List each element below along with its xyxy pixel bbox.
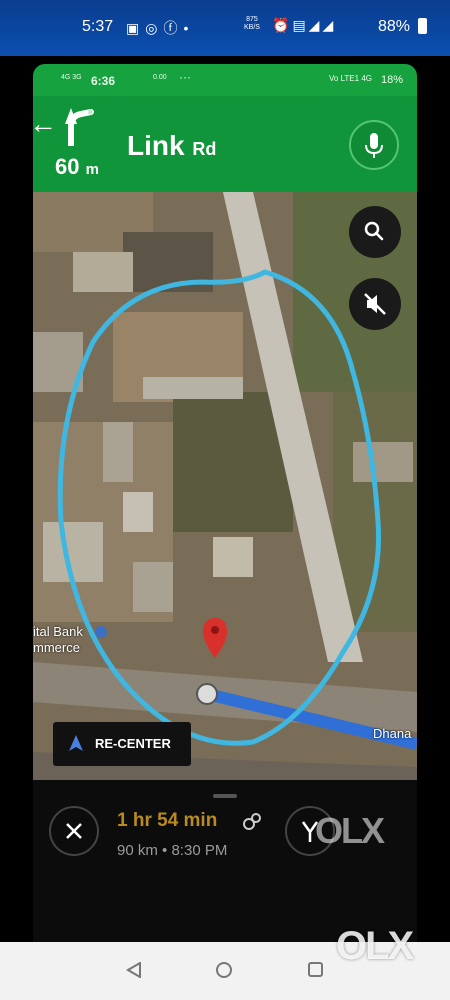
slight-right-turn-icon (65, 108, 94, 146)
close-navigation-button[interactable] (49, 806, 99, 856)
mute-button[interactable] (349, 278, 401, 330)
inner-network: 4G 3G (61, 74, 82, 81)
inner-speed: 0.00 (153, 74, 167, 81)
search-icon (364, 221, 384, 241)
microphone-icon (365, 133, 383, 158)
alternate-routes-icon (243, 813, 261, 830)
network-speed: 875 KB/S (244, 16, 260, 31)
nav-recents-icon[interactable] (308, 962, 323, 977)
signal-icon: ◢ (322, 17, 337, 33)
olx-watermark-inline: OLX (315, 810, 385, 851)
nav-back-icon[interactable] (126, 962, 142, 978)
instagram-icon: ◎ (145, 20, 164, 36)
eta-duration: 1 hr 54 min (117, 810, 218, 831)
system-icons: ⏰▤◢◢ (272, 17, 336, 34)
recenter-button[interactable]: RE-CENTER (53, 722, 191, 766)
dot-icon: • (183, 20, 195, 36)
navigation-header: ← 60 m Link Rd (29, 96, 417, 192)
trip-details: 90 km • 8:30 PM (117, 842, 228, 859)
satellite-map[interactable]: ital Bank mmerce Dhana RE-CENTER (33, 192, 417, 780)
road-label: Dhana (373, 726, 412, 741)
inner-status-bar: 4G 3G 6:36 0.00 ··· Vo LTE1 4G 18% (33, 64, 417, 96)
turn-distance: 60 m (55, 154, 99, 179)
more-dots-icon: ··· (179, 70, 191, 84)
battery-percent: 88% (378, 18, 411, 35)
battery-icon (418, 18, 427, 34)
nav-home-icon[interactable] (216, 962, 232, 978)
mute-icon (364, 293, 386, 315)
olx-watermark-corner: OLX (336, 924, 414, 968)
trip-summary-panel: 1 hr 54 min 90 km • 8:30 PM OLX (33, 780, 417, 942)
back-arrow-icon[interactable]: ← (29, 108, 57, 140)
signal-4g-icon: ◢ (308, 17, 323, 33)
inner-clock: 6:36 (91, 74, 116, 88)
voice-search-button[interactable] (349, 120, 399, 170)
alarm-icon: ⏰ (272, 17, 293, 33)
place-label: ital Bank mmerce (33, 624, 83, 655)
facebook-icon: ⓕ (163, 20, 184, 36)
inner-signal: Vo LTE1 4G (329, 74, 372, 83)
image-icon: ▣ (126, 20, 146, 36)
volte-icon: ▤ (292, 17, 309, 33)
device-clock: 5:37 (82, 18, 114, 35)
device-status-bar: 5:37 ▣◎ⓕ• 875 KB/S ⏰▤◢◢ 88% (0, 0, 450, 56)
close-icon (66, 823, 82, 839)
navigation-arrow-icon (69, 735, 83, 751)
drag-handle[interactable] (213, 794, 237, 798)
street-name: Link Rd (127, 130, 217, 161)
inner-battery: 18% (381, 74, 404, 86)
notification-icons: ▣◎ⓕ• (126, 18, 194, 38)
search-button[interactable] (349, 206, 401, 258)
